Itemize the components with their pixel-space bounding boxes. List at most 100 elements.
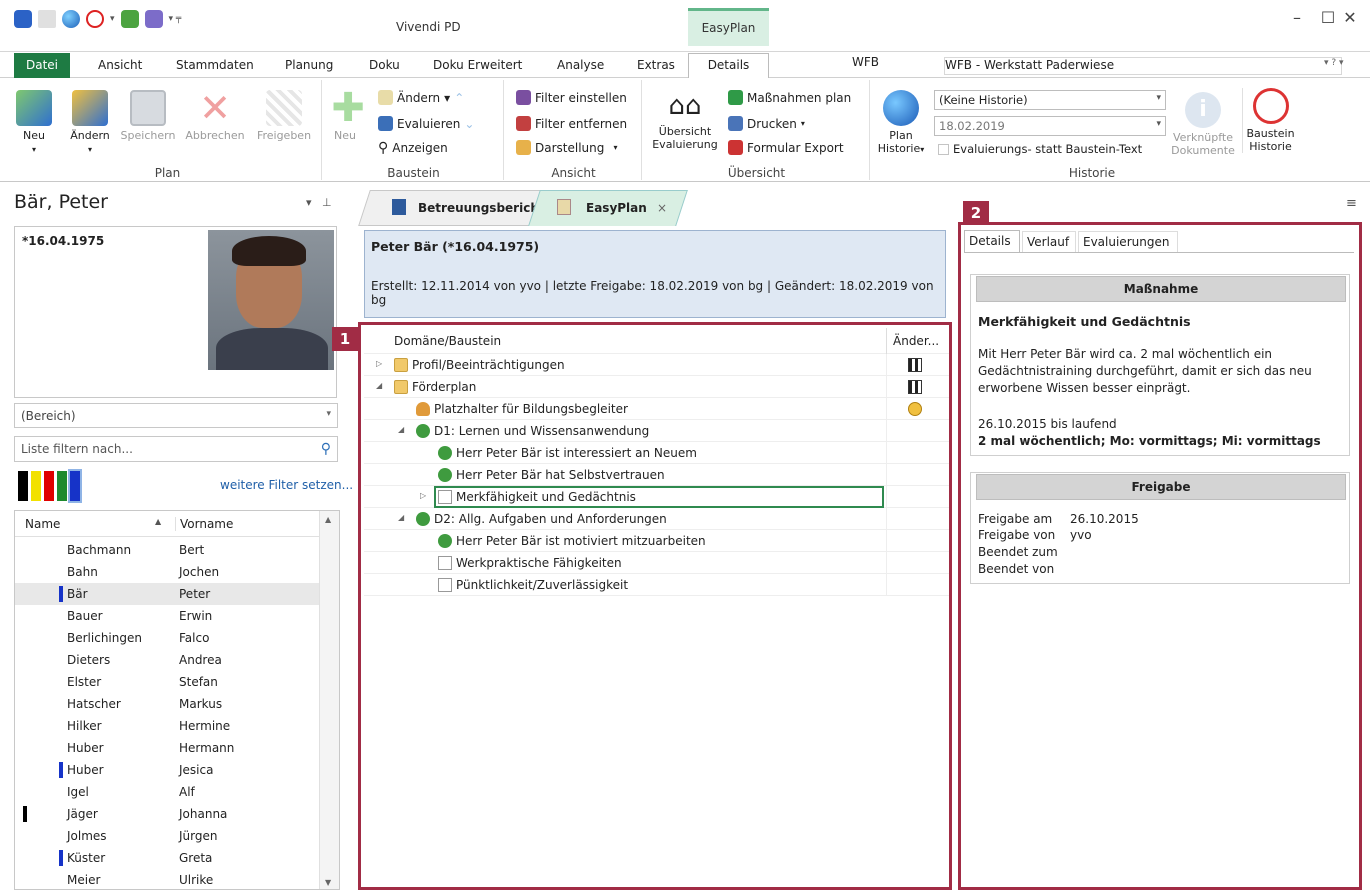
globe-icon[interactable]	[62, 10, 80, 28]
list-scrollbar[interactable]: ▲ ▼	[319, 511, 339, 889]
patient-row[interactable]: Igel Alf	[15, 781, 319, 803]
group-ansicht: Filter einstellen Filter entfernen Darst…	[506, 80, 642, 180]
tab-doku[interactable]: Doku	[369, 55, 400, 77]
easyplan-icon	[557, 199, 571, 215]
list-filter-input[interactable]: Liste filtern nach... ⚲	[14, 436, 338, 462]
report-icon	[392, 199, 406, 215]
patient-first-name: Falco	[179, 631, 210, 645]
patient-row[interactable]: Bär Peter	[15, 583, 319, 605]
tab-planung[interactable]: Planung	[285, 55, 333, 77]
app-icon[interactable]	[14, 10, 32, 28]
baustein-new-button[interactable]: ✚ Neu	[330, 88, 365, 142]
patient-row[interactable]: Bahn Jochen	[15, 561, 319, 583]
patient-row[interactable]: Küster Greta	[15, 847, 319, 869]
pin-icon[interactable]: ▾ ⊥	[306, 196, 332, 209]
display-button[interactable]: Darstellung ▾	[516, 140, 617, 155]
plan-history-button[interactable]: Plan Historie▾	[872, 90, 930, 156]
history-date-select[interactable]: 18.02.2019 ▾	[934, 116, 1166, 136]
tab-evaluierungen[interactable]: Evaluierungen	[1078, 231, 1178, 253]
scroll-down-icon[interactable]: ▼	[325, 878, 331, 887]
tab-stammdaten[interactable]: Stammdaten	[176, 55, 254, 77]
people-icon[interactable]	[120, 10, 139, 28]
patient-row[interactable]: Dieters Andrea	[15, 649, 319, 671]
medical-icon[interactable]	[86, 10, 104, 28]
patient-row[interactable]: Jäger Johanna	[15, 803, 319, 825]
patient-first-name: Markus	[179, 697, 223, 711]
menu-icon[interactable]: ≡	[1346, 196, 1357, 211]
tab-ansicht[interactable]: Ansicht	[98, 55, 142, 77]
color-filter-swatch[interactable]	[68, 469, 82, 503]
tab-extras[interactable]: Extras	[637, 55, 675, 77]
patient-row[interactable]: Hatscher Markus	[15, 693, 319, 715]
more-filters-link[interactable]: weitere Filter setzen...	[220, 478, 353, 492]
filter-remove-icon	[516, 116, 531, 131]
tab-datei[interactable]: Datei	[14, 53, 70, 78]
color-filter-swatch[interactable]	[57, 471, 67, 501]
patient-row[interactable]: Hilker Hermine	[15, 715, 319, 737]
measure-period: 26.10.2015 bis laufend	[978, 417, 1117, 431]
users-icon[interactable]	[144, 10, 163, 28]
measures-plan-button[interactable]: Maßnahmen plan	[728, 90, 851, 105]
tab-verlauf[interactable]: Verlauf	[1022, 231, 1076, 253]
patient-photo	[208, 230, 334, 370]
print-icon	[728, 116, 743, 131]
baustein-show-button[interactable]: ⚲ Anzeigen	[378, 140, 448, 156]
table-icon	[516, 140, 531, 155]
patient-row[interactable]: Meier Ulrike	[15, 869, 319, 889]
release-header: Freigabe	[976, 474, 1346, 500]
patient-row[interactable]: Bauer Erwin	[15, 605, 319, 627]
plan-new-button[interactable]: Neu ▾	[14, 90, 54, 156]
history-select[interactable]: (Keine Historie) ▾	[934, 90, 1166, 110]
close-button[interactable]: ✕	[1330, 8, 1370, 34]
plan-edit-button[interactable]: Ändern ▾	[68, 90, 112, 156]
document-icon[interactable]	[38, 10, 56, 28]
color-filter-swatch[interactable]	[31, 471, 41, 501]
chevron-down-icon: ▾	[1156, 93, 1161, 103]
col-vorname[interactable]: Vorname	[175, 517, 233, 531]
filter-remove-button[interactable]: Filter entfernen	[516, 116, 627, 131]
tab-details-panel[interactable]: Details	[964, 230, 1020, 252]
dropdown-icon[interactable]: ▾	[110, 14, 115, 24]
patient-row[interactable]: Huber Hermann	[15, 737, 319, 759]
patient-row[interactable]: Bachmann Bert	[15, 539, 319, 561]
filter-set-button[interactable]: Filter einstellen	[516, 90, 627, 105]
patient-row[interactable]: Berlichingen Falco	[15, 627, 319, 649]
patient-last-name: Jolmes	[67, 829, 107, 843]
baustein-history-button[interactable]: Baustein Historie	[1242, 88, 1298, 153]
overview-evaluation-button[interactable]: ⌂⌂ Übersicht Evaluierung	[650, 88, 720, 151]
patient-row[interactable]: Huber Jesica	[15, 759, 319, 781]
patient-first-name: Stefan	[179, 675, 218, 689]
customize-qat-icon[interactable]: ▾ ╤	[169, 14, 182, 24]
col-name[interactable]: Name	[25, 517, 60, 531]
group-historie-label: Historie	[1068, 166, 1116, 180]
color-filter-swatch[interactable]	[44, 471, 54, 501]
ribbon-options-icon[interactable]: ▾ ? ▾	[1324, 58, 1344, 68]
tab-details[interactable]: Details	[688, 53, 769, 79]
print-button[interactable]: Drucken ▾	[728, 116, 805, 131]
area-select[interactable]: (Bereich) ▾	[14, 403, 338, 428]
facility-code: WFB	[852, 55, 879, 69]
plan-save-button[interactable]: Speichern	[118, 90, 178, 142]
tab-doku-erweitert[interactable]: Doku Erweitert	[433, 55, 522, 77]
patient-last-name: Meier	[67, 873, 101, 887]
baustein-evaluate-button[interactable]: Evaluieren ⌄	[378, 116, 474, 131]
linked-documents-button[interactable]: i Verknüpfte Dokumente	[1170, 92, 1236, 157]
info-icon: i	[1185, 92, 1221, 128]
context-tab-group: EasyPlan	[688, 8, 769, 46]
form-export-button[interactable]: Formular Export	[728, 140, 844, 155]
patient-row[interactable]: Jolmes Jürgen	[15, 825, 319, 847]
baustein-edit-button[interactable]: Ändern ▾ ⌃	[378, 90, 464, 105]
patient-row[interactable]: Elster Stefan	[15, 671, 319, 693]
patient-list: Name ▲ Vorname Bachmann Bert Bahn Jochen Bär…	[14, 510, 340, 890]
quick-access-toolbar: ▾ ▾ ╤	[14, 10, 181, 28]
patient-last-name: Bachmann	[67, 543, 132, 557]
eval-instead-checkbox[interactable]: Evaluierungs- statt Baustein-Text	[938, 142, 1142, 156]
patient-first-name: Andrea	[179, 653, 222, 667]
facility-select[interactable]: WFB - Werkstatt Paderwiese	[944, 57, 1342, 75]
color-filter-swatch[interactable]	[18, 471, 28, 501]
scroll-up-icon[interactable]: ▲	[325, 515, 331, 524]
tab-analyse[interactable]: Analyse	[557, 55, 604, 77]
group-plan: Neu ▾ Ändern ▾ Speichern ✕ Abbrechen Freig…	[14, 80, 322, 180]
plan-cancel-button[interactable]: ✕ Abbrechen	[182, 89, 248, 142]
plan-release-button[interactable]: Freigeben	[252, 90, 316, 142]
